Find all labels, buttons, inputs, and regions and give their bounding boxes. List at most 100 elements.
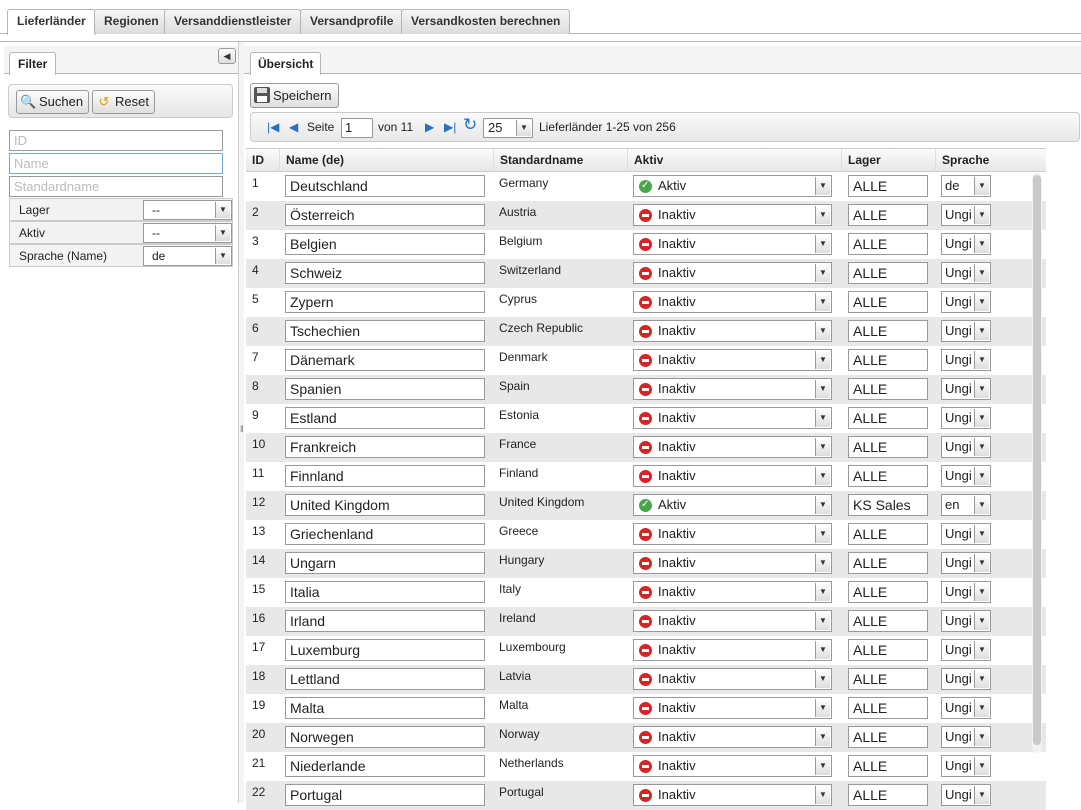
name-input[interactable]: Finnland: [285, 465, 485, 487]
lager-input[interactable]: ALLE: [848, 407, 928, 429]
chevron-down-icon[interactable]: ▼: [815, 757, 830, 775]
chevron-down-icon[interactable]: ▼: [974, 728, 989, 746]
chevron-down-icon[interactable]: ▼: [974, 757, 989, 775]
language-select[interactable]: Ungi ▼: [941, 523, 991, 545]
chevron-down-icon[interactable]: ▼: [974, 177, 989, 195]
name-input[interactable]: Zypern: [285, 291, 485, 313]
language-select[interactable]: Ungi ▼: [941, 610, 991, 632]
name-input[interactable]: Frankreich: [285, 436, 485, 458]
name-input[interactable]: Österreich: [285, 204, 485, 226]
aktiv-select[interactable]: Inaktiv ▼: [633, 378, 832, 400]
search-button[interactable]: 🔍 Suchen: [16, 90, 90, 114]
language-select[interactable]: Ungi ▼: [941, 378, 991, 400]
collapse-left-icon[interactable]: ◀: [218, 48, 236, 64]
chevron-down-icon[interactable]: ▼: [974, 206, 989, 224]
language-select[interactable]: Ungi ▼: [941, 581, 991, 603]
first-page-icon[interactable]: |◀: [267, 119, 279, 135]
column-header-sprache[interactable]: Sprache: [935, 149, 1046, 172]
lager-input[interactable]: ALLE: [848, 175, 928, 197]
language-select[interactable]: Ungi ▼: [941, 233, 991, 255]
chevron-down-icon[interactable]: ▼: [815, 351, 830, 369]
page-size-select[interactable]: 25 ▼: [483, 118, 533, 138]
aktiv-select[interactable]: Inaktiv ▼: [633, 697, 832, 719]
chevron-down-icon[interactable]: ▼: [815, 641, 830, 659]
aktiv-select[interactable]: Inaktiv ▼: [633, 349, 832, 371]
lager-input[interactable]: ALLE: [848, 697, 928, 719]
language-select[interactable]: Ungi ▼: [941, 552, 991, 574]
tab-regionen[interactable]: Regionen: [94, 9, 169, 34]
language-select[interactable]: Ungi ▼: [941, 436, 991, 458]
name-input[interactable]: Belgien: [285, 233, 485, 255]
chevron-down-icon[interactable]: ▼: [974, 235, 989, 253]
chevron-down-icon[interactable]: ▼: [815, 177, 830, 195]
chevron-down-icon[interactable]: ▼: [815, 322, 830, 340]
aktiv-select[interactable]: Aktiv ▼: [633, 175, 832, 197]
page-number-input[interactable]: 1: [341, 118, 373, 138]
standardname-filter-input[interactable]: Standardname: [9, 176, 223, 197]
name-input[interactable]: Irland: [285, 610, 485, 632]
chevron-down-icon[interactable]: ▼: [974, 554, 989, 572]
tab-versandkosten-berechnen[interactable]: Versandkosten berechnen: [401, 9, 571, 34]
chevron-down-icon[interactable]: ▼: [815, 380, 830, 398]
chevron-down-icon[interactable]: ▼: [974, 264, 989, 282]
aktiv-select[interactable]: Inaktiv ▼: [633, 668, 832, 690]
language-select[interactable]: Ungi ▼: [941, 407, 991, 429]
tab-versandprofile[interactable]: Versandprofile: [300, 9, 404, 34]
aktiv-select[interactable]: Inaktiv ▼: [633, 291, 832, 313]
chevron-down-icon[interactable]: ▼: [815, 496, 830, 514]
chevron-down-icon[interactable]: ▼: [815, 554, 830, 572]
lager-filter-select[interactable]: -- ▼: [143, 200, 232, 220]
chevron-down-icon[interactable]: ▼: [815, 438, 830, 456]
chevron-down-icon[interactable]: ▼: [815, 583, 830, 601]
name-input[interactable]: Lettland: [285, 668, 485, 690]
aktiv-select[interactable]: Inaktiv ▼: [633, 523, 832, 545]
sprache-filter-select[interactable]: de ▼: [143, 246, 232, 266]
name-input[interactable]: Norwegen: [285, 726, 485, 748]
name-input[interactable]: Schweiz: [285, 262, 485, 284]
chevron-down-icon[interactable]: ▼: [974, 322, 989, 340]
language-select[interactable]: Ungi ▼: [941, 668, 991, 690]
name-input[interactable]: United Kingdom: [285, 494, 485, 516]
chevron-down-icon[interactable]: ▼: [815, 786, 830, 804]
column-header-aktiv[interactable]: Aktiv: [627, 149, 841, 172]
lager-input[interactable]: ALLE: [848, 291, 928, 313]
language-select[interactable]: Ungi ▼: [941, 320, 991, 342]
last-page-icon[interactable]: ▶|: [444, 119, 456, 135]
chevron-down-icon[interactable]: ▼: [974, 438, 989, 456]
chevron-down-icon[interactable]: ▼: [974, 409, 989, 427]
lager-input[interactable]: ALLE: [848, 204, 928, 226]
lager-input[interactable]: ALLE: [848, 349, 928, 371]
chevron-down-icon[interactable]: ▼: [815, 699, 830, 717]
chevron-down-icon[interactable]: ▼: [815, 293, 830, 311]
tab-uebersicht[interactable]: Übersicht: [250, 52, 322, 75]
language-select[interactable]: Ungi ▼: [941, 697, 991, 719]
aktiv-select[interactable]: Inaktiv ▼: [633, 755, 832, 777]
language-select[interactable]: Ungi ▼: [941, 349, 991, 371]
lager-input[interactable]: ALLE: [848, 233, 928, 255]
name-input[interactable]: Deutschland: [285, 175, 485, 197]
language-select[interactable]: Ungi ▼: [941, 262, 991, 284]
chevron-down-icon[interactable]: ▼: [974, 467, 989, 485]
language-select[interactable]: Ungi ▼: [941, 726, 991, 748]
aktiv-select[interactable]: Inaktiv ▼: [633, 726, 832, 748]
chevron-down-icon[interactable]: ▼: [215, 225, 230, 241]
column-header-lager[interactable]: Lager: [841, 149, 935, 172]
name-input[interactable]: Niederlande: [285, 755, 485, 777]
name-input[interactable]: Estland: [285, 407, 485, 429]
lager-input[interactable]: ALLE: [848, 755, 928, 777]
tab-lieferlaender[interactable]: Lieferländer: [7, 9, 96, 35]
chevron-down-icon[interactable]: ▼: [815, 670, 830, 688]
chevron-down-icon[interactable]: ▼: [974, 293, 989, 311]
lager-input[interactable]: ALLE: [848, 262, 928, 284]
refresh-icon[interactable]: ↻: [463, 116, 477, 133]
name-input[interactable]: Ungarn: [285, 552, 485, 574]
language-select[interactable]: Ungi ▼: [941, 465, 991, 487]
lager-input[interactable]: KS Sales: [848, 494, 928, 516]
chevron-down-icon[interactable]: ▼: [215, 202, 230, 218]
prev-page-icon[interactable]: ◀: [289, 119, 298, 135]
chevron-down-icon[interactable]: ▼: [815, 206, 830, 224]
language-select[interactable]: en ▼: [941, 494, 991, 516]
column-header-standardname[interactable]: Standardname: [493, 149, 627, 172]
aktiv-select[interactable]: Inaktiv ▼: [633, 262, 832, 284]
chevron-down-icon[interactable]: ▼: [815, 612, 830, 630]
